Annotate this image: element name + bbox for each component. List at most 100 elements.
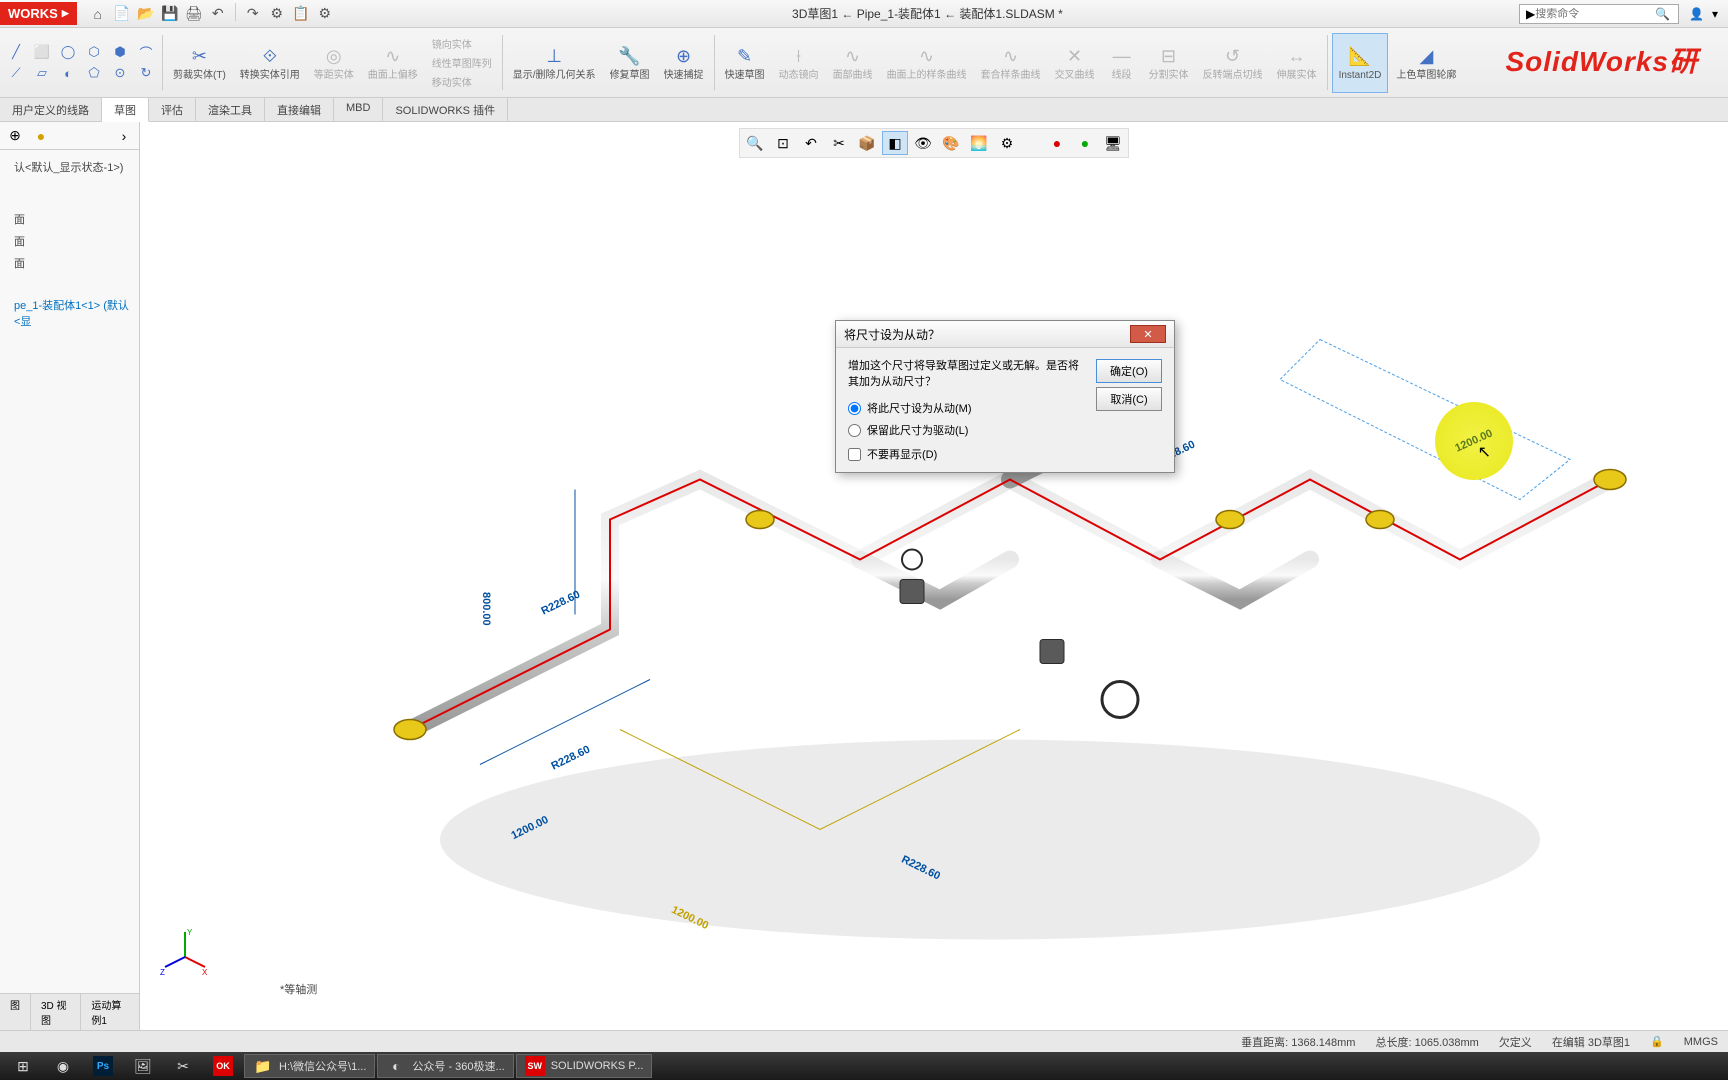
arc-tool[interactable]: ⌒: [134, 42, 158, 62]
fit-spline-button[interactable]: ∿套合样条曲线: [975, 33, 1047, 93]
task-explorer[interactable]: 📁H:\微信公众号\1...: [244, 1054, 375, 1078]
trim-button[interactable]: ✂剪裁实体(T): [167, 33, 232, 93]
btab-motion[interactable]: 运动算例1: [81, 994, 140, 1030]
logo-text: WORKS: [8, 6, 58, 21]
checkbox-dont-show[interactable]: [848, 448, 861, 461]
stretch-button[interactable]: ↔伸展实体: [1271, 33, 1323, 93]
reverse-button[interactable]: ↺反转端点切线: [1197, 33, 1269, 93]
dynamic-mirror-button[interactable]: ⟊动态镜向: [773, 33, 825, 93]
split-icon: ⊟: [1157, 44, 1181, 68]
tab-user-route[interactable]: 用户定义的线路: [0, 98, 102, 121]
tree-face-1[interactable]: 面: [6, 208, 133, 230]
sidebar-tab-tree[interactable]: ⊕: [4, 125, 26, 147]
split-button[interactable]: ⊟分割实体: [1143, 33, 1195, 93]
task-browser[interactable]: ◉: [44, 1054, 82, 1078]
qat-print[interactable]: 🖨: [183, 3, 205, 25]
sidebar-tab-appearance[interactable]: ●: [30, 125, 52, 147]
svg-text:Z: Z: [160, 968, 165, 977]
slot-tool[interactable]: ⬢: [108, 42, 132, 62]
start-button[interactable]: ⊞: [4, 1054, 42, 1078]
logo[interactable]: WORKS▶: [0, 2, 77, 25]
dim-800[interactable]: 800.00: [480, 592, 492, 626]
point-tool[interactable]: ⊙: [108, 63, 132, 83]
qat-undo[interactable]: ↶: [207, 3, 229, 25]
help-dropdown[interactable]: ▾: [1712, 7, 1718, 21]
radio-driven-input[interactable]: [848, 402, 861, 415]
ellipse-tool[interactable]: ◐: [56, 63, 80, 83]
task-solidworks[interactable]: SWSOLIDWORKS P...: [516, 1054, 653, 1078]
feature-tree: 认<默认_显示状态-1>) 面 面 面 pe_1-装配体1<1> (默认<显: [0, 150, 139, 338]
show-hide-button[interactable]: ⊥显示/删除几何关系: [507, 33, 602, 93]
status-lock-icon[interactable]: 🔒: [1650, 1035, 1664, 1048]
stretch-icon: ↔: [1285, 44, 1309, 68]
poly-tool[interactable]: ⬡: [82, 42, 106, 62]
search-icon[interactable]: 🔍: [1655, 7, 1670, 21]
rapid-sketch-button[interactable]: ✎快速草图: [719, 33, 771, 93]
task-photoshop[interactable]: Ps: [84, 1054, 122, 1078]
qat-open[interactable]: 📂: [135, 3, 157, 25]
btab-3dview[interactable]: 3D 视图: [31, 994, 81, 1030]
ok-button[interactable]: 确定(O): [1096, 359, 1162, 383]
spline-tool[interactable]: ⬠: [82, 63, 106, 83]
tree-face-3[interactable]: 面: [6, 252, 133, 274]
convert-button[interactable]: ⟐转换实体引用: [234, 33, 306, 93]
circle-tool[interactable]: ◯: [56, 42, 80, 62]
fillet-tool[interactable]: ↻: [134, 63, 158, 83]
tab-direct-edit[interactable]: 直接编辑: [265, 98, 334, 121]
shade-sketch-button[interactable]: ◢上色草图轮廓: [1390, 33, 1462, 93]
oncurve-icon: ∿: [381, 44, 405, 68]
qat-select[interactable]: ↷: [242, 3, 264, 25]
user-icon[interactable]: 👤: [1689, 7, 1704, 21]
btab-model[interactable]: 图: [0, 994, 31, 1030]
line-tool[interactable]: ╱: [4, 42, 28, 62]
qat-new[interactable]: 📄: [111, 3, 133, 25]
equidist-button[interactable]: ◎等距实体: [308, 33, 360, 93]
spline-surf-button[interactable]: ∿曲面上的样条曲线: [881, 33, 973, 93]
cancel-button[interactable]: 取消(C): [1096, 387, 1162, 411]
tree-face-2[interactable]: 面: [6, 230, 133, 252]
tab-sketch[interactable]: 草图: [102, 98, 149, 122]
qat-options[interactable]: 📋: [290, 3, 312, 25]
tree-assembly[interactable]: pe_1-装配体1<1> (默认<显: [6, 294, 133, 332]
dialog-radio-driving[interactable]: 保留此尺寸为驱动(L): [848, 422, 1162, 438]
qat-rebuild[interactable]: ⚙: [266, 3, 288, 25]
task-snip[interactable]: ✂: [164, 1054, 202, 1078]
task-360browser[interactable]: ◐公众号 - 360极速...: [377, 1054, 513, 1078]
qat-settings[interactable]: ⚙: [314, 3, 336, 25]
tab-evaluate[interactable]: 评估: [149, 98, 196, 121]
rect-tool[interactable]: ⬜: [30, 42, 54, 62]
quick-snap-button[interactable]: ⊕快速捕捉: [658, 33, 710, 93]
dialog-dont-show[interactable]: 不要再显示(D): [848, 446, 1162, 462]
qat-save[interactable]: 💾: [159, 3, 181, 25]
dialog-close-button[interactable]: ✕: [1130, 325, 1166, 343]
status-units[interactable]: MMGS: [1684, 1036, 1718, 1048]
search-input[interactable]: [1535, 8, 1655, 20]
sketch-primitive-tools: ╱ ⬜ ◯ ⬡ ⬢ ⌒ ⟋ ▱ ◐ ⬠ ⊙ ↻: [4, 42, 158, 83]
intersect-button[interactable]: ✕交叉曲线: [1049, 33, 1101, 93]
sidebar-tab-expand[interactable]: ›: [113, 125, 135, 147]
orientation-triad[interactable]: Y X Z: [160, 927, 210, 977]
radio-driving-input[interactable]: [848, 424, 861, 437]
repair-button[interactable]: 🔧修复草图: [604, 33, 656, 93]
mirror-label[interactable]: 镜向实体: [432, 36, 492, 51]
task-gallery[interactable]: 🖼: [124, 1054, 162, 1078]
task-ok[interactable]: OK: [204, 1054, 242, 1078]
qat-home[interactable]: ⌂: [87, 3, 109, 25]
active-dimension-highlight[interactable]: 1200.00: [1435, 402, 1513, 480]
tree-state[interactable]: 认<默认_显示状态-1>): [6, 156, 133, 178]
segment-button[interactable]: —线段: [1103, 33, 1141, 93]
oncurve-button[interactable]: ∿曲面上偏移: [362, 33, 424, 93]
centerline-tool[interactable]: ⟋: [4, 63, 28, 83]
graphics-viewport[interactable]: 🔍 ⊡ ↶ ✂ 📦 ◧ 👁 🎨 🌅 ⚙ ● ● 🖥: [140, 122, 1728, 1037]
command-search[interactable]: ▶ 🔍: [1519, 4, 1679, 24]
tab-render[interactable]: 渲染工具: [196, 98, 265, 121]
instant2d-button[interactable]: 📐Instant2D: [1332, 33, 1389, 93]
dialog-titlebar[interactable]: 将尺寸设为从动？ ✕: [836, 321, 1174, 348]
linear-pattern-label[interactable]: 线性草图阵列: [432, 55, 492, 70]
feature-manager: ⊕ ● › 认<默认_显示状态-1>) 面 面 面 pe_1-装配体1<1> (…: [0, 122, 140, 1037]
tab-addins[interactable]: SOLIDWORKS 插件: [383, 98, 508, 121]
move-label[interactable]: 移动实体: [432, 74, 492, 89]
tab-mbd[interactable]: MBD: [334, 98, 383, 121]
surf-curve-button[interactable]: ∿面部曲线: [827, 33, 879, 93]
parallelogram-tool[interactable]: ▱: [30, 63, 54, 83]
